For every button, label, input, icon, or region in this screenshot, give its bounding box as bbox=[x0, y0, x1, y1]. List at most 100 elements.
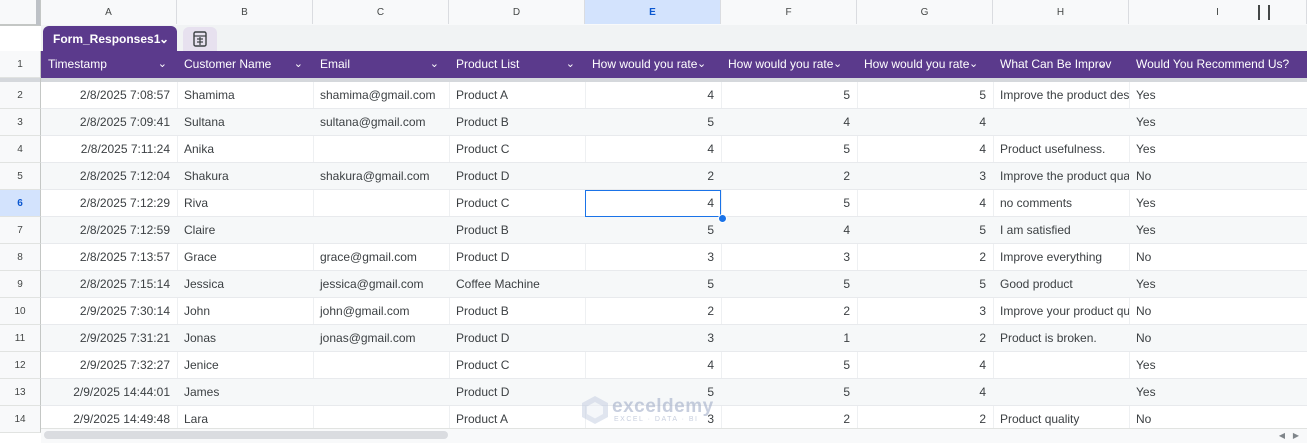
column-header-b[interactable]: B bbox=[177, 0, 313, 24]
cell-product[interactable]: Product D bbox=[449, 244, 585, 271]
fill-handle[interactable] bbox=[718, 214, 727, 223]
chevron-down-icon[interactable]: ⌄ bbox=[566, 51, 575, 78]
cell-r1[interactable]: 2 bbox=[585, 298, 721, 325]
cell-ts[interactable]: 2/8/2025 7:12:59 bbox=[41, 217, 177, 244]
column-header-f[interactable]: F bbox=[721, 0, 857, 24]
cell-improve[interactable] bbox=[993, 352, 1129, 379]
cell-email[interactable] bbox=[313, 217, 449, 244]
table-name-tab[interactable]: Form_Responses1 ⌄ bbox=[43, 26, 177, 51]
table-header-cell[interactable]: Customer Name ⌄ bbox=[177, 51, 313, 78]
cell-name[interactable]: James bbox=[177, 379, 313, 406]
cell-email[interactable]: jessica@gmail.com bbox=[313, 271, 449, 298]
scroll-right-icon[interactable]: ▶ bbox=[1290, 430, 1302, 441]
cell-rec[interactable]: Yes bbox=[1129, 190, 1307, 217]
table-header-cell[interactable]: How would you rate ⌄ bbox=[585, 51, 721, 78]
cell-product[interactable]: Product D bbox=[449, 163, 585, 190]
cell-r1[interactable]: 4 bbox=[585, 82, 721, 109]
cell-product[interactable]: Product B bbox=[449, 217, 585, 244]
cell-email[interactable] bbox=[313, 379, 449, 406]
cell-email[interactable]: john@gmail.com bbox=[313, 298, 449, 325]
cell-rec[interactable]: Yes bbox=[1129, 271, 1307, 298]
cell-ts[interactable]: 2/9/2025 14:44:01 bbox=[41, 379, 177, 406]
cell-r2[interactable]: 2 bbox=[721, 163, 857, 190]
chevron-down-icon[interactable]: ⌄ bbox=[833, 51, 847, 78]
cell-r2[interactable]: 5 bbox=[721, 352, 857, 379]
cell-email[interactable] bbox=[313, 352, 449, 379]
cell-rec[interactable]: No bbox=[1129, 298, 1307, 325]
table-calculator-tab[interactable] bbox=[183, 27, 217, 51]
cell-ts[interactable]: 2/8/2025 7:12:29 bbox=[41, 190, 177, 217]
cell-ts[interactable]: 2/8/2025 7:11:24 bbox=[41, 136, 177, 163]
cell-ts[interactable]: 2/8/2025 7:09:41 bbox=[41, 109, 177, 136]
table-header-cell[interactable]: Product List ⌄ bbox=[449, 51, 585, 78]
cell-ts[interactable]: 2/8/2025 7:15:14 bbox=[41, 271, 177, 298]
row-header[interactable]: 2 bbox=[0, 82, 41, 109]
cell-r3[interactable]: 4 bbox=[857, 352, 993, 379]
column-header-h[interactable]: H bbox=[993, 0, 1129, 24]
cell-improve[interactable] bbox=[993, 109, 1129, 136]
cell-improve[interactable]: Good product bbox=[993, 271, 1129, 298]
cell-ts[interactable]: 2/8/2025 7:08:57 bbox=[41, 82, 177, 109]
cell-rec[interactable]: No bbox=[1129, 325, 1307, 352]
row-header[interactable]: 5 bbox=[0, 163, 41, 190]
row-header[interactable]: 9 bbox=[0, 271, 41, 298]
cell-r1[interactable]: 4 bbox=[585, 136, 721, 163]
chevron-down-icon[interactable]: ⌄ bbox=[159, 26, 169, 52]
cell-name[interactable]: Sultana bbox=[177, 109, 313, 136]
column-header-i[interactable]: I bbox=[1129, 0, 1307, 24]
table-header-cell[interactable]: How would you rate ⌄ bbox=[721, 51, 857, 78]
cell-r3[interactable]: 3 bbox=[857, 163, 993, 190]
row-header[interactable]: 13 bbox=[0, 379, 41, 406]
cell-name[interactable]: Anika bbox=[177, 136, 313, 163]
cell-improve[interactable]: no comments bbox=[993, 190, 1129, 217]
cell-r1[interactable]: 3 bbox=[585, 244, 721, 271]
select-all-corner[interactable] bbox=[0, 0, 41, 25]
cell-r1[interactable]: 2 bbox=[585, 163, 721, 190]
chevron-down-icon[interactable]: ⌄ bbox=[158, 51, 167, 78]
row-header[interactable]: 8 bbox=[0, 244, 41, 271]
cell-improve[interactable] bbox=[993, 379, 1129, 406]
chevron-down-icon[interactable]: ⌄ bbox=[294, 51, 303, 78]
table-header-cell[interactable]: Would You Recommend Us? bbox=[1129, 51, 1307, 78]
cell-r2[interactable]: 3 bbox=[721, 244, 857, 271]
cell-name[interactable]: Grace bbox=[177, 244, 313, 271]
cell-rec[interactable]: No bbox=[1129, 163, 1307, 190]
cell-ts[interactable]: 2/9/2025 7:31:21 bbox=[41, 325, 177, 352]
cell-name[interactable]: Jessica bbox=[177, 271, 313, 298]
cell-r3[interactable]: 4 bbox=[857, 190, 993, 217]
cell-rec[interactable]: Yes bbox=[1129, 352, 1307, 379]
column-header-g[interactable]: G bbox=[857, 0, 993, 24]
cell-ts[interactable]: 2/8/2025 7:13:57 bbox=[41, 244, 177, 271]
column-header-c[interactable]: C bbox=[313, 0, 449, 24]
row-header[interactable]: 3 bbox=[0, 109, 41, 136]
cell-name[interactable]: Claire bbox=[177, 217, 313, 244]
table-header-cell[interactable]: Timestamp ⌄ bbox=[41, 51, 177, 78]
cell-ts[interactable]: 2/9/2025 7:32:27 bbox=[41, 352, 177, 379]
cell-rec[interactable]: Yes bbox=[1129, 109, 1307, 136]
cell-r3[interactable]: 2 bbox=[857, 244, 993, 271]
cell-r2[interactable]: 5 bbox=[721, 136, 857, 163]
cell-email[interactable]: jonas@gmail.com bbox=[313, 325, 449, 352]
table-header-cell[interactable]: Email ⌄ bbox=[313, 51, 449, 78]
cell-email[interactable]: grace@gmail.com bbox=[313, 244, 449, 271]
column-header-d[interactable]: D bbox=[449, 0, 585, 24]
cell-rec[interactable]: Yes bbox=[1129, 379, 1307, 406]
cell-r3[interactable]: 4 bbox=[857, 109, 993, 136]
cell-r3[interactable]: 5 bbox=[857, 271, 993, 298]
cell-r3[interactable]: 4 bbox=[857, 136, 993, 163]
cell-rec[interactable]: Yes bbox=[1129, 136, 1307, 163]
cell-r1[interactable]: 5 bbox=[585, 217, 721, 244]
cell-product[interactable]: Product B bbox=[449, 298, 585, 325]
cell-r1[interactable]: 4 bbox=[585, 352, 721, 379]
row-header[interactable]: 12 bbox=[0, 352, 41, 379]
cell-improve[interactable]: I am satisfied bbox=[993, 217, 1129, 244]
cell-improve[interactable]: Product is broken. bbox=[993, 325, 1129, 352]
cell-name[interactable]: Riva bbox=[177, 190, 313, 217]
cell-product[interactable]: Product C bbox=[449, 352, 585, 379]
row-header[interactable]: 4 bbox=[0, 136, 41, 163]
cell-product[interactable]: Product B bbox=[449, 109, 585, 136]
row-header[interactable]: 7 bbox=[0, 217, 41, 244]
cell-r2[interactable]: 4 bbox=[721, 109, 857, 136]
cell-product[interactable]: Product A bbox=[449, 82, 585, 109]
cell-email[interactable]: shakura@gmail.com bbox=[313, 163, 449, 190]
